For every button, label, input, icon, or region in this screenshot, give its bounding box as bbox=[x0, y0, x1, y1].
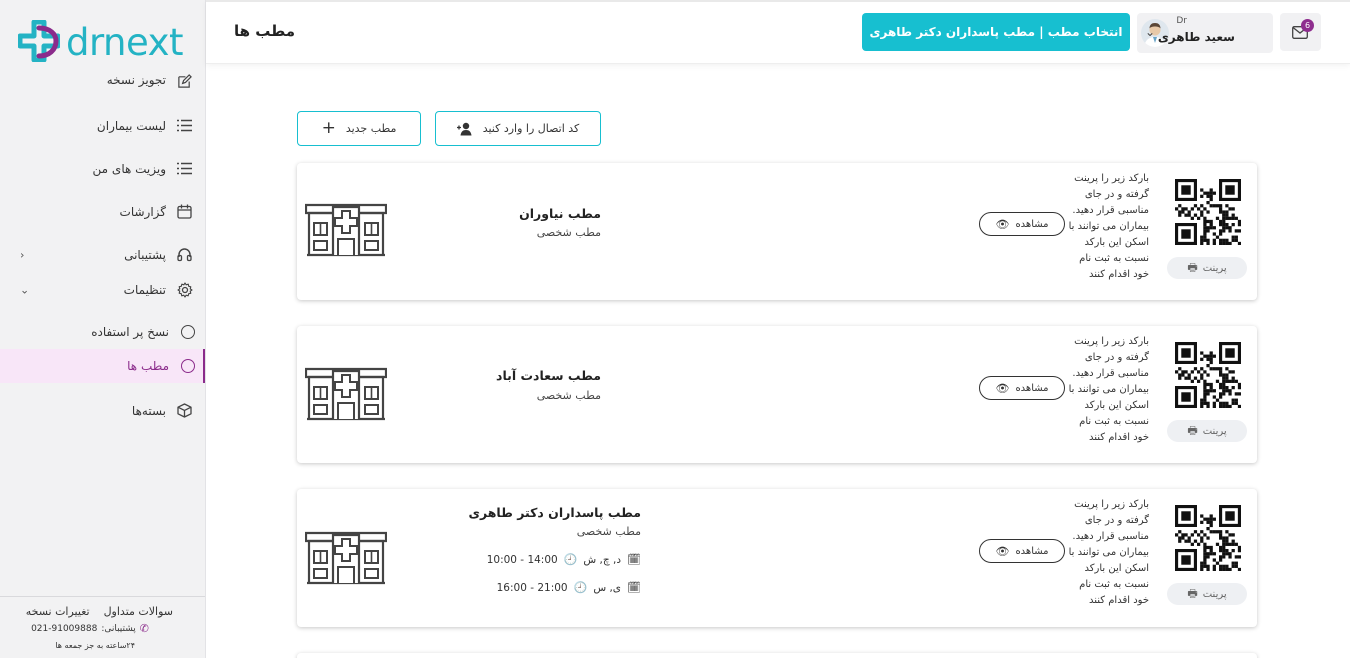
sidebar-item-visits[interactable]: ویزیت های من bbox=[0, 147, 205, 190]
sidebar-item-prescription[interactable]: تجویز نسخه bbox=[0, 70, 205, 96]
eye-icon: 👁 bbox=[995, 381, 1010, 395]
clinic-name: مطب نیاوران bbox=[519, 206, 601, 221]
sidebar-item-packages[interactable]: بسته‌ها bbox=[0, 389, 205, 432]
headset-icon bbox=[176, 246, 193, 263]
sidebar-item-reports[interactable]: گزارشات bbox=[0, 190, 205, 233]
schedule-row: 🗓 ی, س 🕘 21:00 - 16:00 bbox=[496, 581, 641, 594]
user-menu[interactable]: Dr سعید طاهری ⌄ bbox=[1137, 13, 1273, 53]
clinic-info: مطب سعادت آباد مطب شخصی bbox=[401, 326, 601, 463]
sidebar-item-label: پشتیبانی bbox=[124, 247, 166, 262]
chevron-down-icon: ⌄ bbox=[1145, 25, 1156, 39]
logo-text: drnext bbox=[66, 21, 184, 64]
user-name: سعید طاهری bbox=[1157, 30, 1235, 44]
sidebar-item-settings[interactable]: تنظیمات ⌄ bbox=[0, 268, 205, 311]
sidebar: drnext تجویز نسخه لیست بیماران ویزیت های… bbox=[0, 0, 206, 658]
page-title: مطب ها bbox=[234, 22, 296, 40]
plus-icon: + bbox=[321, 118, 336, 138]
clock-icon: 🕘 bbox=[563, 553, 578, 566]
sidebar-menu: تجویز نسخه لیست بیماران ویزیت های من گزا… bbox=[0, 70, 205, 432]
qr-instructions: بارکد زیر را پرینت گرفته و در جای مناسبی ق… bbox=[1068, 336, 1149, 443]
printer-icon: 🖶 bbox=[1187, 586, 1198, 600]
sidebar-footer: سوالات متداول تغییرات نسخه ✆ پشتیبانی: 0… bbox=[0, 596, 205, 658]
sidebar-item-label: تجویز نسخه bbox=[106, 73, 166, 87]
circle-icon bbox=[181, 359, 195, 373]
qr-code bbox=[1175, 179, 1241, 245]
printer-icon: 🖶 bbox=[1187, 260, 1198, 274]
clinic-type: مطب شخصی bbox=[576, 525, 641, 538]
changelog-link[interactable]: تغییرات نسخه bbox=[26, 605, 90, 618]
list-icon bbox=[176, 160, 193, 177]
gear-icon bbox=[176, 281, 193, 298]
clinic-card: پرینت 🖶 بارکد زیر را پرینت گرفته و در جای… bbox=[297, 489, 1257, 627]
box-icon bbox=[176, 402, 193, 419]
print-button[interactable]: پرینت 🖶 bbox=[1167, 583, 1247, 605]
qr-code bbox=[1175, 505, 1241, 571]
eye-icon: 👁 bbox=[995, 544, 1010, 558]
sidebar-item-label: گزارشات bbox=[119, 204, 166, 219]
sidebar-item-label: بسته‌ها bbox=[131, 403, 166, 418]
clinic-type: مطب شخصی bbox=[536, 389, 601, 402]
enter-code-label: کد اتصال را وارد کنید bbox=[482, 122, 580, 135]
enter-code-button[interactable]: کد اتصال را وارد کنید bbox=[435, 111, 601, 146]
sidebar-subitem-clinics[interactable]: مطب ها bbox=[0, 349, 205, 383]
view-button[interactable]: مشاهده 👁 bbox=[979, 539, 1065, 563]
circle-icon bbox=[181, 325, 195, 339]
clinic-card: پرینت 🖶 بارکد زیر را پرینت گرفته و در جای… bbox=[297, 163, 1257, 300]
clinic-building-icon bbox=[305, 531, 387, 585]
qr-instructions: بارکد زیر را پرینت گرفته و در جای مناسبی ق… bbox=[1068, 173, 1149, 280]
faq-link[interactable]: سوالات متداول bbox=[104, 605, 173, 618]
clinic-building-icon bbox=[305, 367, 387, 421]
clinic-card bbox=[297, 653, 1257, 658]
view-button[interactable]: مشاهده 👁 bbox=[979, 376, 1065, 400]
schedule-row: 🗓 د, چ, ش 🕘 14:00 - 10:00 bbox=[486, 553, 641, 566]
clinic-name: مطب پاسداران دکتر طاهری bbox=[468, 505, 641, 520]
chevron-down-icon: ⌄ bbox=[20, 283, 30, 296]
support-hours: ۲۴ساعته به جز جمعه ها bbox=[55, 641, 135, 650]
clinic-type: مطب شخصی bbox=[536, 226, 601, 239]
qr-code bbox=[1175, 342, 1241, 408]
clinic-info: مطب نیاوران مطب شخصی bbox=[401, 163, 601, 300]
phone-icon: ✆ bbox=[139, 622, 149, 635]
support-phone: ✆ پشتیبانی: 021-91009888 bbox=[31, 622, 149, 635]
new-clinic-button[interactable]: مطب جدید + bbox=[297, 111, 421, 146]
sidebar-item-label: نسخ پر استفاده bbox=[91, 325, 169, 339]
days-icon: 🗓 bbox=[627, 553, 641, 566]
clinic-name: مطب سعادت آباد bbox=[496, 368, 601, 383]
view-button[interactable]: مشاهده 👁 bbox=[979, 212, 1065, 236]
add-user-icon bbox=[456, 122, 472, 135]
sidebar-item-label: ویزیت های من bbox=[92, 161, 166, 176]
days-icon: 🗓 bbox=[627, 581, 641, 594]
clock-icon: 🕘 bbox=[573, 581, 588, 594]
sidebar-item-label: لیست بیماران bbox=[96, 118, 166, 133]
clinic-selector-button[interactable]: انتخاب مطب | مطب پاسداران دکتر طاهری bbox=[862, 13, 1130, 51]
sidebar-item-patients[interactable]: لیست بیماران bbox=[0, 104, 205, 147]
sidebar-item-label: مطب ها bbox=[127, 359, 169, 373]
user-prefix: Dr bbox=[1176, 16, 1187, 26]
logo-cross-icon bbox=[18, 20, 60, 62]
clinic-building-icon bbox=[305, 203, 387, 257]
messages-button[interactable]: 6 bbox=[1280, 13, 1321, 51]
new-clinic-label: مطب جدید bbox=[345, 122, 397, 135]
edit-icon bbox=[176, 73, 193, 90]
printer-icon: 🖶 bbox=[1187, 423, 1198, 437]
sidebar-subitem-favorite-prescriptions[interactable]: نسخ پر استفاده bbox=[0, 315, 205, 349]
calendar-icon bbox=[176, 203, 193, 220]
qr-instructions: بارکد زیر را پرینت گرفته و در جای مناسبی ق… bbox=[1068, 499, 1149, 606]
unread-badge: 6 bbox=[1301, 19, 1314, 32]
list-icon bbox=[176, 117, 193, 134]
drnext-logo[interactable]: drnext bbox=[16, 14, 196, 68]
clinic-card: پرینت 🖶 بارکد زیر را پرینت گرفته و در جای… bbox=[297, 326, 1257, 463]
eye-icon: 👁 bbox=[995, 217, 1010, 231]
print-button[interactable]: پرینت 🖶 bbox=[1167, 257, 1247, 279]
print-button[interactable]: پرینت 🖶 bbox=[1167, 420, 1247, 442]
clinic-info: مطب پاسداران دکتر طاهری مطب شخصی 🗓 د, چ,… bbox=[401, 489, 641, 627]
chevron-left-icon: ‹ bbox=[20, 248, 25, 261]
